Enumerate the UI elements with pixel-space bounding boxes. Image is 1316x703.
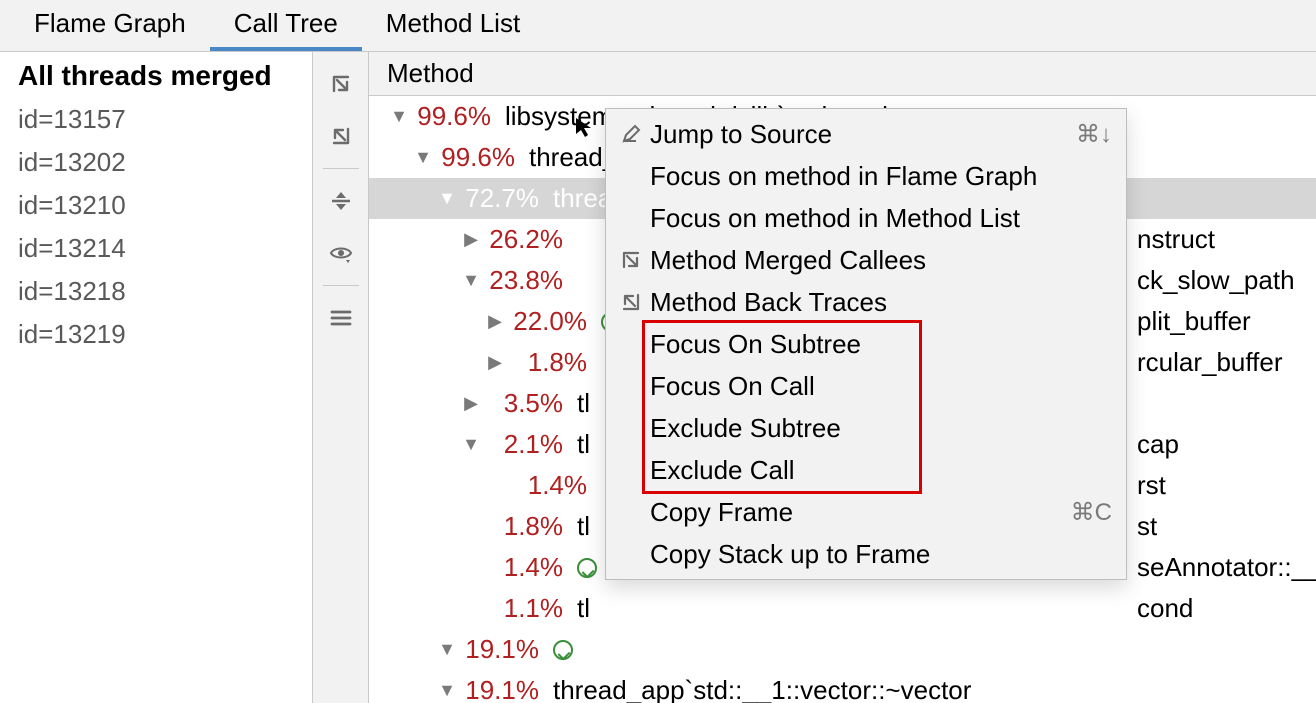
percent-value: 99.6% <box>415 101 505 132</box>
chevron-down-icon[interactable]: ▼ <box>437 639 457 660</box>
percent-value: 23.8% <box>487 265 577 296</box>
eye-icon[interactable] <box>321 233 361 273</box>
percent-value: 2.1% <box>487 429 577 460</box>
chevron-down-icon[interactable]: ▼ <box>461 270 481 291</box>
percent-value: 1.8% <box>487 511 577 542</box>
thread-item[interactable]: id=13219 <box>18 313 302 356</box>
percent-value: 1.4% <box>487 552 577 583</box>
percent-value: 22.0% <box>511 306 601 337</box>
chevron-down-icon[interactable]: ▼ <box>437 188 457 209</box>
tool-divider <box>323 285 359 286</box>
method-name-tail: rst <box>1137 470 1166 501</box>
thread-item[interactable]: id=13218 <box>18 270 302 313</box>
menu-item[interactable]: Method Back Traces <box>606 281 1126 323</box>
method-name-tail: ck_slow_path <box>1137 265 1295 296</box>
expand-down-icon[interactable] <box>321 64 361 104</box>
percent-value: 72.7% <box>463 183 553 214</box>
tree-header[interactable]: Method <box>369 52 1316 96</box>
arrow-down-right-icon <box>616 251 646 269</box>
menu-item-label: Exclude Subtree <box>650 413 1112 444</box>
menu-item-label: Method Back Traces <box>650 287 1112 318</box>
percent-value: 1.1% <box>487 593 577 624</box>
content-area: All threads merged id=13157 id=13202 id=… <box>0 52 1316 703</box>
expand-up-icon[interactable] <box>321 116 361 156</box>
chevron-right-icon[interactable]: ▶ <box>485 352 505 373</box>
arrow-up-left-icon <box>616 293 646 311</box>
chevron-down-icon[interactable]: ▼ <box>413 147 433 168</box>
tool-divider <box>323 168 359 169</box>
menu-item-label: Exclude Call <box>650 455 1112 486</box>
percent-value: 19.1% <box>463 675 553 703</box>
thread-item[interactable]: id=13202 <box>18 141 302 184</box>
menu-item-label: Focus On Subtree <box>650 329 1112 360</box>
chevron-right-icon[interactable]: ▶ <box>461 229 481 250</box>
tree-row[interactable]: 1.1%tl cond <box>369 588 1316 629</box>
method-name: tl <box>577 429 590 460</box>
menu-item-label: Copy Frame <box>650 497 1071 528</box>
percent-value: 1.4% <box>511 470 601 501</box>
method-name: tl <box>577 388 590 419</box>
collapse-icon[interactable] <box>321 181 361 221</box>
method-name-tail: st <box>1137 511 1157 542</box>
method-name-tail: rcular_buffer <box>1137 347 1283 378</box>
menu-icon[interactable] <box>321 298 361 338</box>
menu-item-label: Focus on method in Method List <box>650 203 1112 234</box>
menu-item-label: Focus On Call <box>650 371 1112 402</box>
menu-item[interactable]: Focus On Subtree <box>606 323 1126 365</box>
toolstrip <box>313 52 369 703</box>
tab-flame-graph[interactable]: Flame Graph <box>10 0 210 51</box>
menu-item-label: Focus on method in Flame Graph <box>650 161 1112 192</box>
menu-item-label: Jump to Source <box>650 119 1076 150</box>
method-name: tl <box>577 593 590 624</box>
menu-item[interactable]: Exclude Call <box>606 449 1126 491</box>
thread-item[interactable]: id=13210 <box>18 184 302 227</box>
method-name-tail: cap <box>1137 429 1179 460</box>
percent-value: 1.8% <box>511 347 601 378</box>
method-name-tail: nstruct <box>1137 224 1215 255</box>
menu-shortcut: ⌘↓ <box>1076 120 1112 149</box>
menu-item[interactable]: Copy Frame⌘C <box>606 491 1126 533</box>
pencil-icon <box>616 124 646 144</box>
menu-shortcut: ⌘C <box>1071 498 1112 527</box>
tabs-bar: Flame Graph Call Tree Method List <box>0 0 1316 52</box>
tree-row[interactable]: ▼ 19.1% <box>369 629 1316 670</box>
chevron-down-icon[interactable]: ▼ <box>437 680 457 701</box>
chevron-down-icon[interactable]: ▼ <box>461 434 481 455</box>
percent-value: 99.6% <box>439 142 529 173</box>
chevron-right-icon[interactable]: ▶ <box>485 311 505 332</box>
menu-item[interactable]: Jump to Source⌘↓ <box>606 113 1126 155</box>
menu-item[interactable]: Focus On Call <box>606 365 1126 407</box>
menu-item[interactable]: Focus on method in Flame Graph <box>606 155 1126 197</box>
percent-value: 26.2% <box>487 224 577 255</box>
tree-row[interactable]: ▼ 19.1%thread_app`std::__1::vector::~vect… <box>369 670 1316 703</box>
menu-item[interactable]: Exclude Subtree <box>606 407 1126 449</box>
threads-title: All threads merged <box>18 60 302 92</box>
method-name-tail: cond <box>1137 593 1193 624</box>
recursive-icon <box>553 640 573 660</box>
chevron-right-icon[interactable]: ▶ <box>461 393 481 414</box>
menu-item-label: Method Merged Callees <box>650 245 1112 276</box>
context-menu: Jump to Source⌘↓ Focus on method in Flame… <box>605 108 1127 580</box>
recursive-icon <box>577 558 597 578</box>
method-name-tail: seAnnotator::__ <box>1137 552 1316 583</box>
menu-item[interactable]: Method Merged Callees <box>606 239 1126 281</box>
percent-value: 3.5% <box>487 388 577 419</box>
chevron-down-icon[interactable]: ▼ <box>389 106 409 127</box>
method-name: tl <box>577 511 590 542</box>
method-name-tail: plit_buffer <box>1137 306 1251 337</box>
menu-item-label: Copy Stack up to Frame <box>650 539 1112 570</box>
thread-item[interactable]: id=13214 <box>18 227 302 270</box>
tab-call-tree[interactable]: Call Tree <box>210 0 362 51</box>
thread-item[interactable]: id=13157 <box>18 98 302 141</box>
tab-method-list[interactable]: Method List <box>362 0 544 51</box>
threads-sidebar: All threads merged id=13157 id=13202 id=… <box>0 52 313 703</box>
method-name: thread_app`std::__1::vector::~vector <box>553 675 971 703</box>
menu-item[interactable]: Copy Stack up to Frame <box>606 533 1126 575</box>
tree-panel: Method ▼99.6%libsystem_pthread.dylib`_pt… <box>369 52 1316 703</box>
percent-value: 19.1% <box>463 634 553 665</box>
menu-item[interactable]: Focus on method in Method List <box>606 197 1126 239</box>
